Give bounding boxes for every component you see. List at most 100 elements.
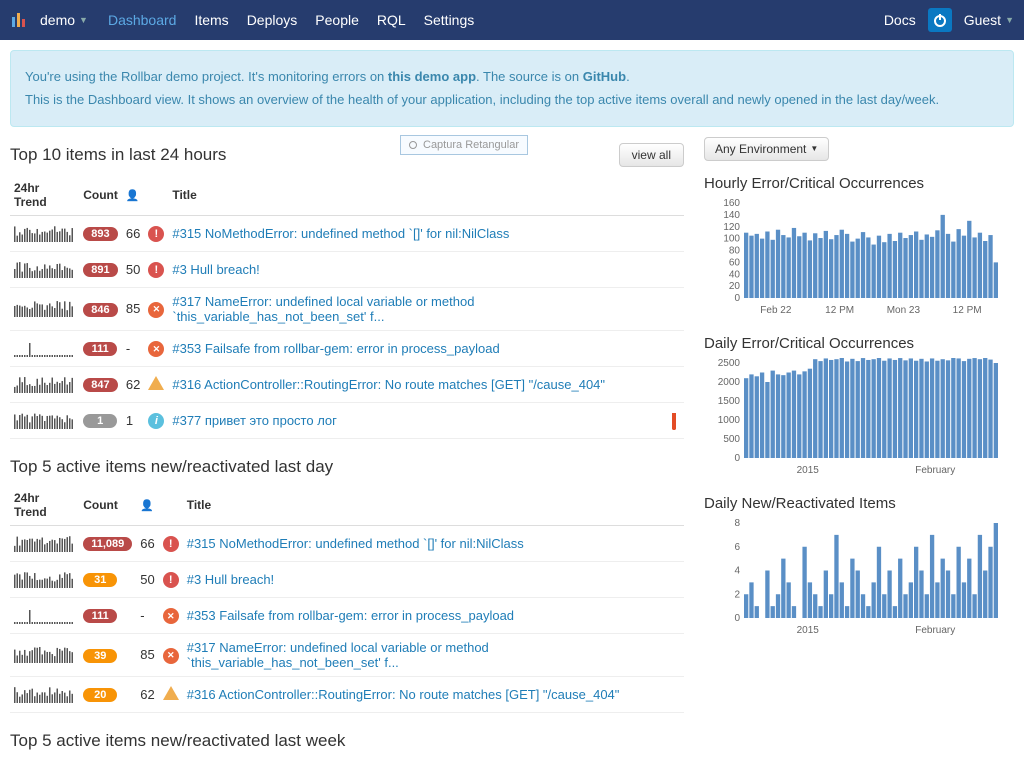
svg-text:20: 20 [729, 281, 741, 292]
item-link[interactable]: #377 привет это просто лог [172, 413, 337, 428]
title-cell: #3 Hull breach! [168, 251, 668, 287]
item-link[interactable]: #315 NoMethodError: undefined method `[]… [172, 226, 509, 241]
item-link[interactable]: #315 NoMethodError: undefined method `[]… [187, 536, 524, 551]
item-link[interactable]: #316 ActionController::RoutingError: No … [172, 377, 605, 392]
nav-rql[interactable]: RQL [377, 12, 406, 28]
svg-text:2015: 2015 [797, 625, 820, 636]
trend-cell [10, 251, 79, 287]
project-selector[interactable]: demo ▼ [40, 12, 88, 28]
item-link[interactable]: #317 NameError: undefined local variable… [172, 294, 474, 324]
level-cell [144, 330, 168, 366]
col-count: Count [79, 485, 136, 526]
table-row: 847 62 #316 ActionController::RoutingErr… [10, 366, 684, 402]
svg-text:0: 0 [734, 293, 740, 304]
environment-selector[interactable]: Any Environment ▼ [704, 137, 829, 161]
svg-text:12 PM: 12 PM [825, 305, 854, 316]
level-cell [144, 366, 168, 402]
trend-cell [10, 366, 79, 402]
svg-text:2: 2 [734, 589, 740, 600]
svg-text:8: 8 [734, 518, 740, 529]
count-cell: 846 [79, 287, 122, 330]
title-cell: #3 Hull breach! [183, 561, 672, 597]
warning-icon [163, 686, 179, 700]
table-row: 31 50 #3 Hull breach! [10, 561, 684, 597]
svg-text:4: 4 [734, 565, 740, 576]
lang-cell [668, 402, 684, 438]
crit-icon [148, 226, 164, 242]
count-cell: 111 [79, 597, 136, 633]
newitems-chart-title: Daily New/Reactivated Items [704, 495, 1014, 512]
level-cell [159, 525, 183, 561]
count-cell: 893 [79, 215, 122, 251]
svg-text:12 PM: 12 PM [953, 305, 982, 316]
svg-text:2000: 2000 [718, 377, 741, 388]
daily-chart-title: Daily Error/Critical Occurrences [704, 335, 1014, 352]
lang-cell [668, 366, 684, 402]
nav-settings[interactable]: Settings [424, 12, 475, 28]
table-row: 111 - #353 Failsafe from rollbar-gem: er… [10, 330, 684, 366]
power-icon[interactable] [928, 8, 952, 32]
nav-people[interactable]: People [315, 12, 359, 28]
count-cell: 1 [79, 402, 122, 438]
trend-cell [10, 561, 79, 597]
top10-title: Top 10 items in last 24 hours [10, 145, 226, 165]
people-cell: 85 [122, 287, 144, 330]
svg-text:Mon 23: Mon 23 [887, 305, 921, 316]
lang-cell [672, 561, 684, 597]
svg-text:0: 0 [734, 613, 740, 624]
title-cell: #315 NoMethodError: undefined method `[]… [183, 525, 672, 561]
demo-app-link[interactable]: this demo app [388, 69, 476, 84]
count-cell: 891 [79, 251, 122, 287]
count-cell: 31 [79, 561, 136, 597]
level-cell [159, 597, 183, 633]
item-link[interactable]: #317 NameError: undefined local variable… [187, 640, 489, 670]
count-cell: 111 [79, 330, 122, 366]
trend-cell [10, 402, 79, 438]
svg-text:0: 0 [734, 453, 740, 464]
chevron-down-icon: ▼ [810, 144, 818, 153]
item-link[interactable]: #3 Hull breach! [187, 572, 274, 587]
item-link[interactable]: #3 Hull breach! [172, 262, 259, 277]
people-cell: - [122, 330, 144, 366]
hourly-chart: 020406080100120140160Feb 2212 PMMon 2312… [704, 198, 1004, 318]
title-cell: #316 ActionController::RoutingError: No … [183, 676, 672, 712]
svg-text:120: 120 [723, 222, 740, 233]
user-menu[interactable]: Guest ▼ [964, 12, 1014, 28]
item-link[interactable]: #353 Failsafe from rollbar-gem: error in… [172, 341, 499, 356]
err-icon [148, 341, 164, 357]
info-icon [148, 413, 164, 429]
svg-text:100: 100 [723, 233, 740, 244]
lang-cell [668, 287, 684, 330]
nav-items[interactable]: Items [194, 12, 228, 28]
svg-text:February: February [915, 625, 955, 636]
title-cell: #317 NameError: undefined local variable… [168, 287, 668, 330]
table-row: 11,089 66 #315 NoMethodError: undefined … [10, 525, 684, 561]
col-people-icon [136, 485, 158, 526]
table-row: 846 85 #317 NameError: undefined local v… [10, 287, 684, 330]
svg-text:1500: 1500 [718, 396, 741, 407]
svg-text:40: 40 [729, 269, 741, 280]
table-row: 20 62 #316 ActionController::RoutingErro… [10, 676, 684, 712]
item-link[interactable]: #353 Failsafe from rollbar-gem: error in… [187, 608, 514, 623]
level-cell [144, 251, 168, 287]
people-cell: 62 [136, 676, 158, 712]
svg-text:160: 160 [723, 198, 740, 209]
people-cell: 66 [136, 525, 158, 561]
lang-cell [672, 676, 684, 712]
nav-docs[interactable]: Docs [884, 12, 916, 28]
svg-text:2500: 2500 [718, 358, 741, 369]
col-people-icon [122, 175, 144, 216]
top5day-title: Top 5 active items new/reactivated last … [10, 457, 333, 477]
table-row: 111 - #353 Failsafe from rollbar-gem: er… [10, 597, 684, 633]
view-all-button[interactable]: view all [619, 143, 684, 167]
err-icon [163, 648, 179, 664]
item-link[interactable]: #316 ActionController::RoutingError: No … [187, 687, 620, 702]
nav-dashboard[interactable]: Dashboard [108, 12, 177, 28]
nav-deploys[interactable]: Deploys [247, 12, 298, 28]
svg-text:60: 60 [729, 257, 741, 268]
svg-text:1000: 1000 [718, 415, 741, 426]
people-cell: 85 [136, 633, 158, 676]
github-link[interactable]: GitHub [583, 69, 626, 84]
trend-cell [10, 330, 79, 366]
title-cell: #377 привет это просто лог [168, 402, 668, 438]
